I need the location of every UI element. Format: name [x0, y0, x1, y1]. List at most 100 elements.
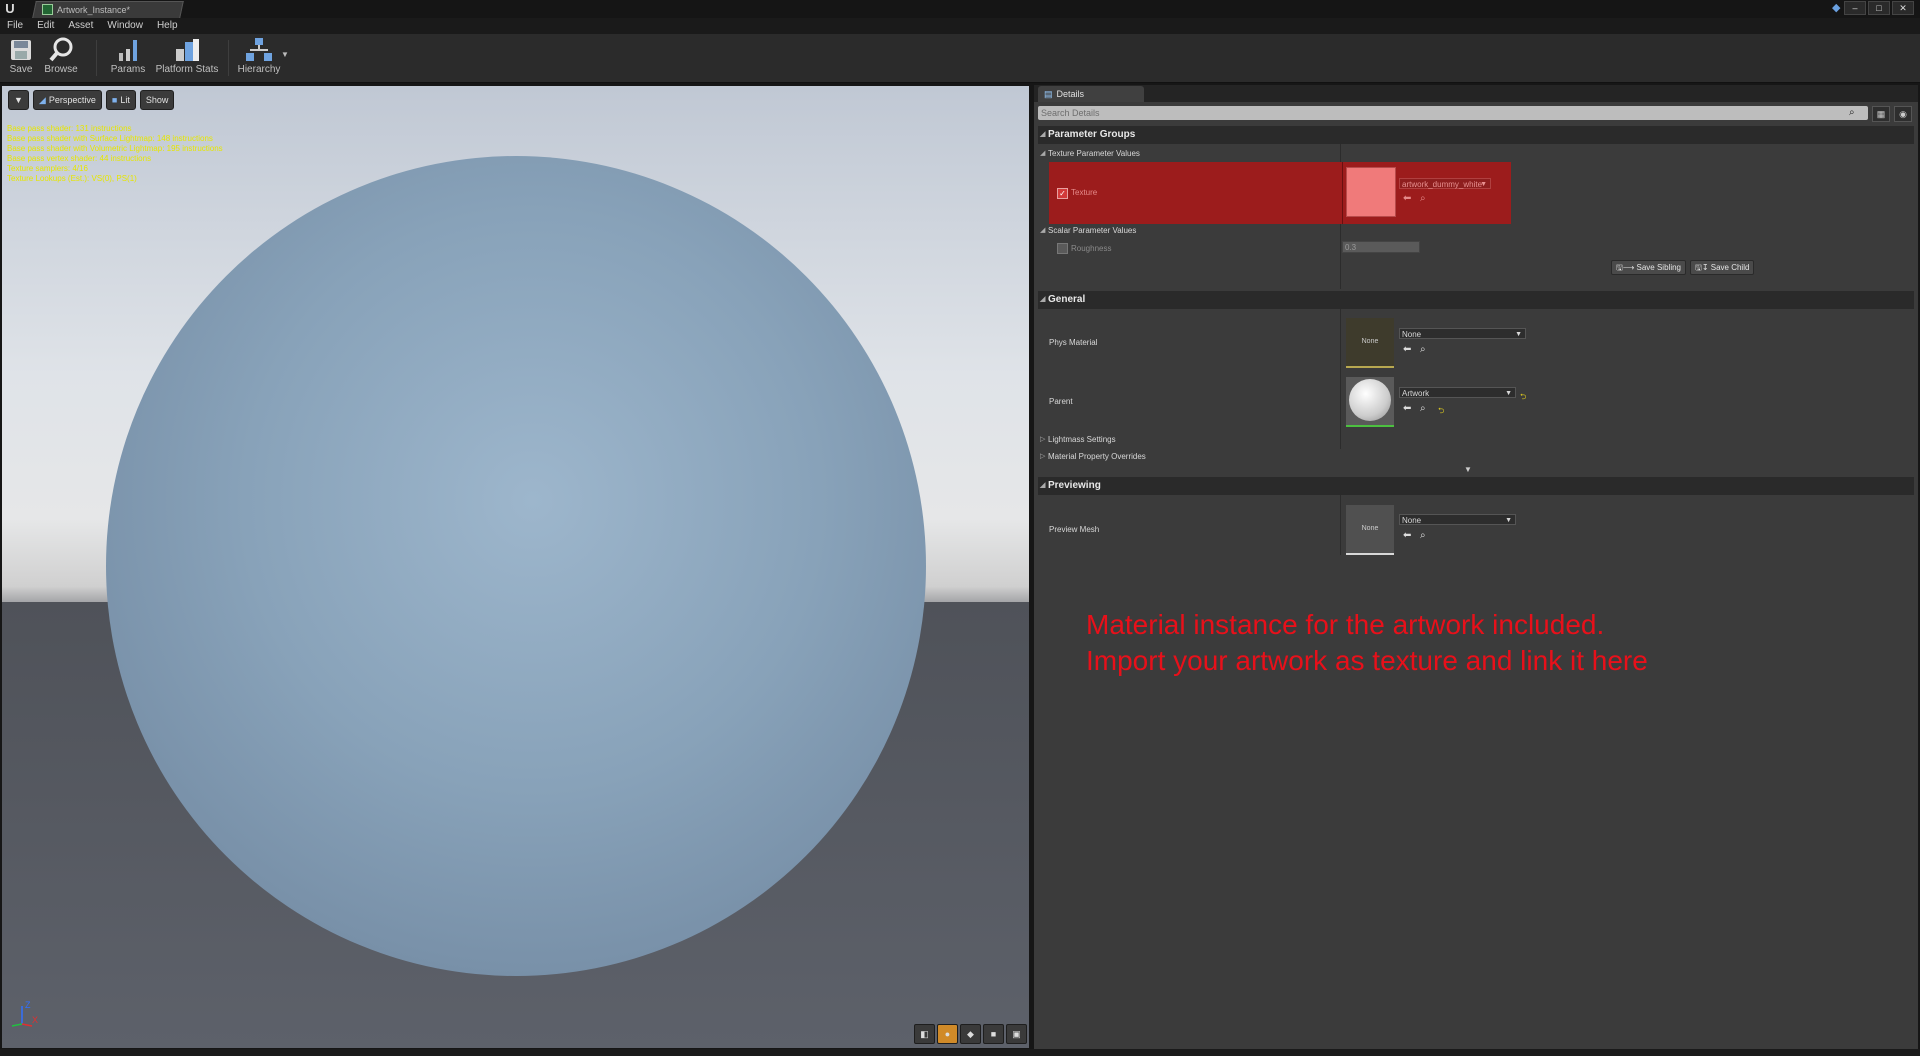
cube-mesh-button[interactable]: ■: [983, 1024, 1004, 1044]
menu-edit[interactable]: Edit: [30, 18, 61, 34]
maximize-button[interactable]: □: [1868, 1, 1890, 15]
menu-asset[interactable]: Asset: [61, 18, 100, 34]
hierarchy-dropdown-icon[interactable]: ▼: [281, 50, 289, 59]
save-child-button[interactable]: 🖫↧ Save Child: [1690, 260, 1755, 275]
scalar-param-values-label: Scalar Parameter Values: [1048, 226, 1137, 235]
roughness-value-field[interactable]: 0.3: [1342, 241, 1420, 253]
viewport-options-button[interactable]: ▼: [8, 90, 29, 110]
stat-line: Base pass shader with Surface Lightmap: …: [7, 134, 213, 143]
material-property-overrides-row[interactable]: ▷ Material Property Overrides: [1038, 452, 1146, 461]
sphere-mesh-button[interactable]: ●: [937, 1024, 958, 1044]
save-buttons: 🖫⟶ Save Sibling 🖫↧ Save Child: [1611, 260, 1755, 275]
axis-z-label: Z: [25, 1000, 31, 1010]
chevron-down-icon: ▼: [1505, 517, 1512, 524]
use-selected-arrow-icon[interactable]: ⬅: [1403, 193, 1411, 204]
document-tab-title: Artwork_Instance*: [57, 4, 131, 15]
platform-stats-icon: [172, 36, 202, 64]
toolbar-separator: [228, 40, 229, 76]
unreal-logo-icon: U: [5, 1, 15, 16]
texture-thumbnail[interactable]: [1346, 167, 1396, 217]
platform-stats-button[interactable]: Platform Stats: [155, 36, 219, 80]
magnifier-icon: [46, 36, 76, 64]
general-header[interactable]: ◢ General: [1038, 291, 1914, 309]
browse-asset-icon[interactable]: ⌕: [1420, 193, 1426, 204]
expanded-arrow-icon: ◢: [1040, 150, 1046, 157]
expanded-arrow-icon: ◢: [1040, 482, 1046, 489]
search-details-input[interactable]: Search Details: [1038, 106, 1868, 120]
browse-button[interactable]: Browse: [43, 36, 79, 80]
parent-combo[interactable]: Artwork ▼: [1399, 387, 1516, 398]
params-icon: [113, 36, 143, 64]
menu-window[interactable]: Window: [100, 18, 150, 34]
toolbar: Save Browse Params Platform Stats Hierar…: [0, 34, 1920, 83]
details-panel: ▤ Details Search Details ⌕ ▦ ◉ ◢ Paramet…: [1034, 85, 1918, 1049]
roughness-label: Roughness: [1071, 244, 1112, 253]
params-button[interactable]: Params: [110, 36, 146, 80]
menu-file[interactable]: File: [0, 18, 30, 34]
reset-to-default-icon[interactable]: ⮌: [1438, 405, 1444, 419]
search-icon[interactable]: ⌕: [1849, 106, 1863, 120]
viewport-toolbar: ▼ ◢ Perspective ■ Lit Show: [8, 90, 175, 110]
eye-icon[interactable]: ◉: [1894, 106, 1912, 122]
hierarchy-button[interactable]: Hierarchy: [238, 36, 280, 80]
save-button[interactable]: Save: [5, 36, 37, 80]
phys-material-label: Phys Material: [1049, 338, 1098, 347]
plane-mesh-button[interactable]: ◆: [960, 1024, 981, 1044]
browse-asset-icon[interactable]: ⌕: [1420, 403, 1426, 414]
expanded-arrow-icon: ◢: [1040, 227, 1046, 234]
texture-asset-combo[interactable]: artwork_dummy_white ▼: [1399, 178, 1491, 189]
stat-line: Base pass shader with Volumetric Lightma…: [7, 144, 223, 153]
lit-mode-icon: ■: [111, 95, 118, 105]
property-matrix-icon[interactable]: ▦: [1872, 106, 1890, 122]
details-icon: ▤: [1044, 89, 1053, 99]
scalar-param-values-header[interactable]: ◢ Scalar Parameter Values: [1038, 226, 1136, 235]
use-selected-arrow-icon[interactable]: ⬅: [1403, 403, 1411, 414]
params-label: Params: [110, 64, 146, 75]
browse-asset-icon[interactable]: ⌕: [1420, 344, 1426, 355]
texture-enable-checkbox[interactable]: ✓: [1057, 188, 1068, 199]
preview-mesh-thumbnail[interactable]: None: [1346, 505, 1394, 555]
save-sibling-button[interactable]: 🖫⟶ Save Sibling: [1611, 260, 1686, 275]
phys-material-thumbnail[interactable]: None: [1346, 318, 1394, 368]
axis-x-label: X: [32, 1015, 38, 1025]
roughness-enable-checkbox[interactable]: [1057, 243, 1068, 254]
preview-mesh-label: Preview Mesh: [1049, 525, 1100, 534]
advanced-expand-icon[interactable]: ▼: [1464, 465, 1472, 474]
collapsed-arrow-icon: ▷: [1040, 453, 1046, 460]
parameter-groups-label: Parameter Groups: [1048, 129, 1136, 140]
minimize-button[interactable]: –: [1844, 1, 1866, 15]
save-child-label: Save Child: [1710, 263, 1750, 272]
texture-param-values-header[interactable]: ◢ Texture Parameter Values: [1038, 149, 1140, 158]
lightmass-settings-row[interactable]: ▷ Lightmass Settings: [1038, 435, 1116, 444]
perspective-button[interactable]: ◢ Perspective: [32, 90, 102, 110]
hierarchy-icon: [244, 36, 274, 64]
material-property-overrides-label: Material Property Overrides: [1048, 452, 1146, 461]
preview-viewport[interactable]: ▼ ◢ Perspective ■ Lit Show Base pass sha…: [2, 86, 1029, 1048]
chevron-down-icon: ▼: [14, 95, 23, 105]
preview-mesh-combo[interactable]: None ▼: [1399, 514, 1516, 525]
browse-asset-icon[interactable]: ⌕: [1420, 530, 1426, 541]
save-icon: [6, 36, 36, 64]
previewing-header[interactable]: ◢ Previewing: [1038, 477, 1914, 495]
view-options: ▦ ◉: [1872, 106, 1912, 122]
close-button[interactable]: ✕: [1892, 1, 1914, 15]
menu-help[interactable]: Help: [150, 18, 185, 34]
cylinder-mesh-button[interactable]: ◧: [914, 1024, 935, 1044]
lit-button[interactable]: ■ Lit: [105, 90, 136, 110]
use-selected-arrow-icon[interactable]: ⬅: [1403, 530, 1411, 541]
lightmass-settings-label: Lightmass Settings: [1048, 435, 1116, 444]
window-controls: – □ ✕: [1844, 1, 1914, 15]
lit-label: Lit: [120, 95, 130, 105]
platform-stats-label: Platform Stats: [155, 64, 219, 75]
menu-bar: File Edit Asset Window Help: [0, 18, 1920, 34]
custom-mesh-button[interactable]: ▣: [1006, 1024, 1027, 1044]
details-tab[interactable]: ▤ Details: [1038, 86, 1144, 102]
axis-gizmo-icon: Z X: [11, 1000, 38, 1027]
show-button[interactable]: Show: [139, 90, 175, 110]
parameter-groups-header[interactable]: ◢ Parameter Groups: [1038, 126, 1914, 144]
parent-thumbnail[interactable]: [1346, 377, 1394, 427]
document-tab-content[interactable]: Artwork_Instance*: [42, 2, 130, 17]
phys-material-combo[interactable]: None ▼: [1399, 328, 1526, 339]
use-selected-arrow-icon[interactable]: ⬅: [1403, 344, 1411, 355]
reset-to-default-icon[interactable]: ⮌: [1520, 391, 1526, 405]
